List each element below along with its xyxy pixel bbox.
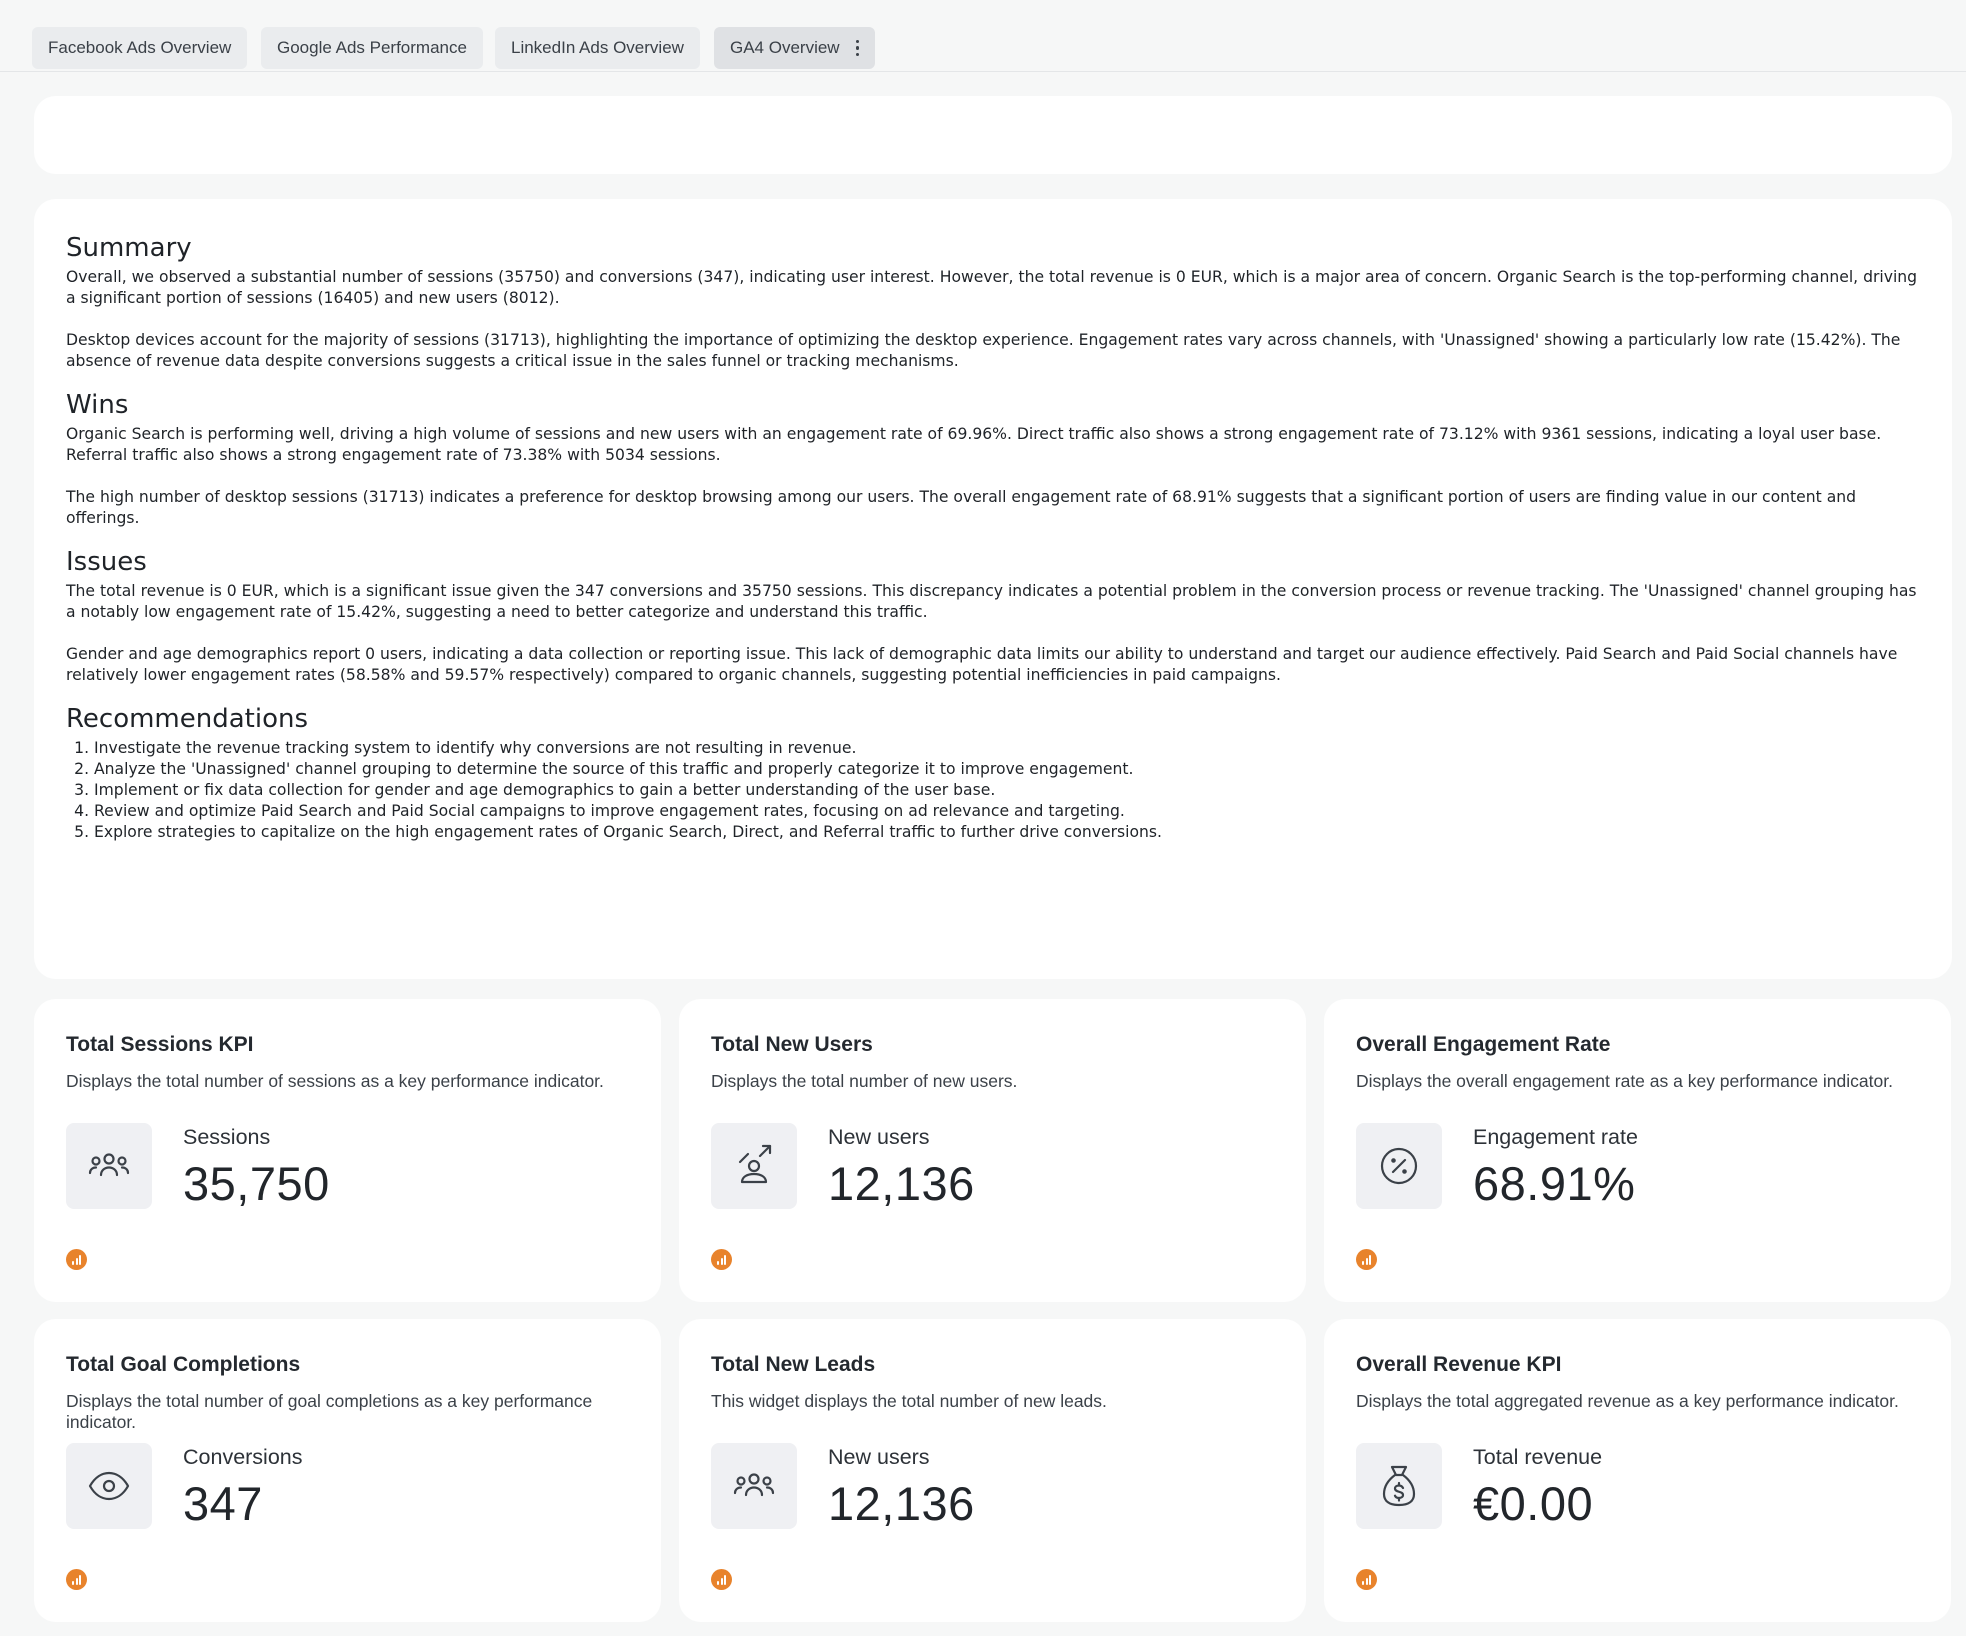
kpi-card-goal-completions: Total Goal Completions Displays the tota… xyxy=(34,1319,661,1622)
tab-ga4-overview[interactable]: GA4 Overview xyxy=(714,27,876,69)
recommendation-item: Explore strategies to capitalize on the … xyxy=(94,822,1920,843)
wins-paragraph: Organic Search is performing well, drivi… xyxy=(66,425,1882,464)
google-analytics-icon xyxy=(1356,1569,1377,1590)
kpi-metric-value: 35,750 xyxy=(183,1157,330,1210)
kpi-card-total-new-users: Total New Users Displays the total numbe… xyxy=(679,999,1306,1302)
kpi-description: Displays the total number of sessions as… xyxy=(66,1071,604,1091)
kpi-metric-label: New users xyxy=(828,1125,930,1149)
summary-heading: Summary xyxy=(66,233,192,263)
kpi-metric-value: €0.00 xyxy=(1473,1477,1594,1530)
kpi-card-engagement-rate: Overall Engagement Rate Displays the ove… xyxy=(1324,999,1951,1302)
kpi-title: Total Goal Completions xyxy=(66,1353,301,1376)
kpi-metric-label: Sessions xyxy=(183,1125,271,1149)
tab-label: Google Ads Performance xyxy=(277,38,467,57)
google-analytics-icon xyxy=(711,1249,732,1270)
kpi-metric-label: Conversions xyxy=(183,1445,303,1469)
users-group-icon xyxy=(66,1123,152,1209)
tab-label: LinkedIn Ads Overview xyxy=(511,38,684,57)
summary-paragraph: Overall, we observed a substantial numbe… xyxy=(66,268,1918,307)
kpi-title: Overall Engagement Rate xyxy=(1356,1033,1611,1056)
kpi-title: Overall Revenue KPI xyxy=(1356,1353,1562,1376)
ai-summary-widget: Summary Overall, we observed a substanti… xyxy=(34,199,1952,979)
kpi-metric-value: 68.91% xyxy=(1473,1157,1636,1210)
summary-paragraph: Desktop devices account for the majority… xyxy=(66,331,1901,370)
recommendations-list: Investigate the revenue tracking system … xyxy=(66,738,1920,843)
recommendation-item: Analyze the 'Unassigned' channel groupin… xyxy=(94,759,1920,780)
more-options-icon[interactable] xyxy=(855,39,860,57)
kpi-title: Total New Users xyxy=(711,1033,873,1056)
users-group-icon xyxy=(711,1443,797,1529)
issues-heading: Issues xyxy=(66,547,147,577)
kpi-title: Total New Leads xyxy=(711,1353,876,1376)
recommendation-item: Investigate the revenue tracking system … xyxy=(94,738,1920,759)
kpi-card-revenue: Overall Revenue KPI Displays the total a… xyxy=(1324,1319,1951,1622)
kpi-metric-value: 12,136 xyxy=(828,1157,975,1210)
kpi-metric-label: Engagement rate xyxy=(1473,1125,1638,1149)
kpi-metric-label: Total revenue xyxy=(1473,1445,1603,1469)
kpi-metric-value: 12,136 xyxy=(828,1477,975,1530)
google-analytics-icon xyxy=(66,1569,87,1590)
google-analytics-icon xyxy=(66,1249,87,1270)
kpi-metric-label: New users xyxy=(828,1445,930,1469)
dashboard-tab-bar: Facebook Ads Overview Google Ads Perform… xyxy=(0,0,1966,72)
recommendation-item: Implement or fix data collection for gen… xyxy=(94,780,1920,801)
kpi-description: Displays the total aggregated revenue as… xyxy=(1356,1391,1899,1411)
tab-linkedin-ads-overview[interactable]: LinkedIn Ads Overview xyxy=(495,27,700,69)
kpi-card-total-sessions: Total Sessions KPI Displays the total nu… xyxy=(34,999,661,1302)
wins-heading: Wins xyxy=(66,390,129,420)
tab-facebook-ads-overview[interactable]: Facebook Ads Overview xyxy=(32,27,248,69)
kpi-description: This widget displays the total number of… xyxy=(711,1391,1107,1411)
money-bag-icon xyxy=(1356,1443,1442,1529)
issues-paragraph: The total revenue is 0 EUR, which is a s… xyxy=(66,582,1917,621)
kpi-metric-value: 347 xyxy=(183,1477,263,1530)
recommendations-heading: Recommendations xyxy=(66,704,309,734)
recommendation-item: Review and optimize Paid Search and Paid… xyxy=(94,801,1920,822)
empty-widget xyxy=(34,96,1952,174)
kpi-title: Total Sessions KPI xyxy=(66,1033,254,1056)
eye-icon xyxy=(66,1443,152,1529)
google-analytics-icon xyxy=(1356,1249,1377,1270)
kpi-card-new-leads: Total New Leads This widget displays the… xyxy=(679,1319,1306,1622)
wins-paragraph: The high number of desktop sessions (317… xyxy=(66,488,1857,527)
google-analytics-icon xyxy=(711,1569,732,1590)
user-arrow-icon xyxy=(711,1123,797,1209)
kpi-description: Displays the total number of goal comple… xyxy=(66,1391,593,1432)
issues-paragraph: Gender and age demographics report 0 use… xyxy=(66,645,1898,684)
kpi-description: Displays the overall engagement rate as … xyxy=(1356,1071,1893,1091)
tab-label: GA4 Overview xyxy=(730,38,840,57)
percent-badge-icon xyxy=(1356,1123,1442,1209)
tab-google-ads-performance[interactable]: Google Ads Performance xyxy=(261,27,483,69)
tab-label: Facebook Ads Overview xyxy=(48,38,232,57)
kpi-description: Displays the total number of new users. xyxy=(711,1071,1018,1091)
